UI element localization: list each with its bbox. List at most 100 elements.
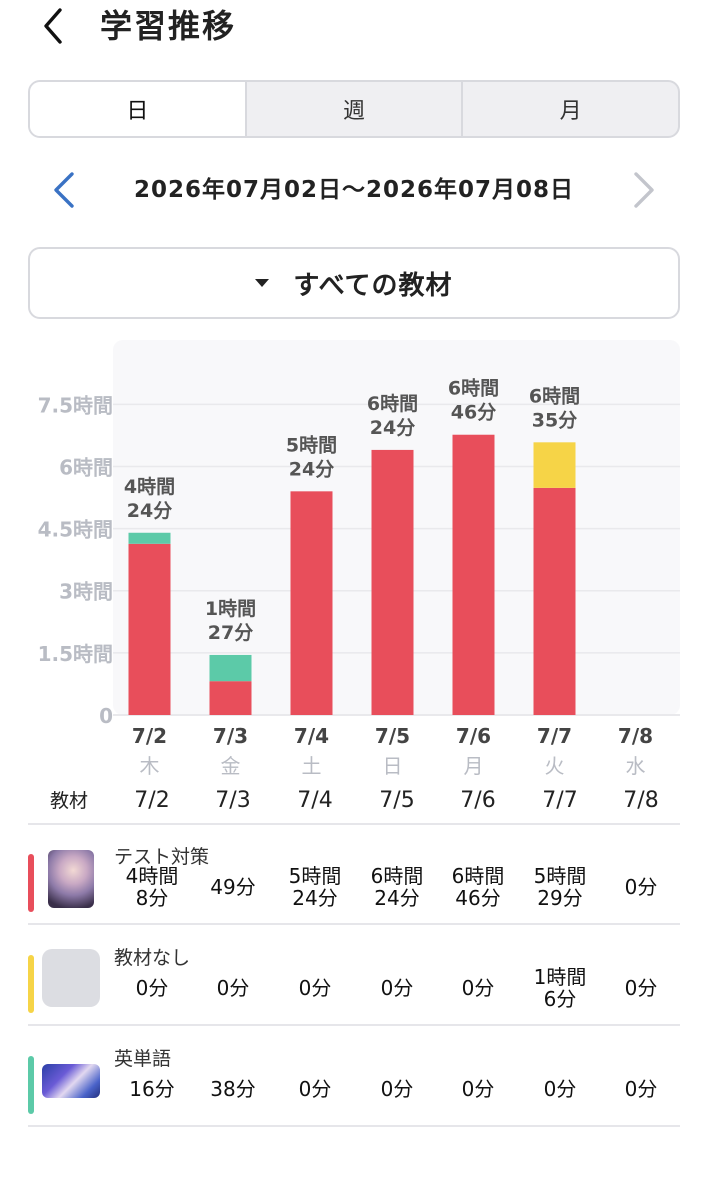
- page-title: 学習推移: [100, 7, 237, 45]
- material-placeholder-thumbnail: [42, 949, 100, 1007]
- material-filter-dropdown[interactable]: すべての教材: [28, 247, 680, 319]
- weekday-label: 月: [464, 754, 484, 778]
- material-filter-label: すべての教材: [293, 270, 453, 301]
- material-time-cell: 0分: [298, 976, 332, 1000]
- bar-segment: [128, 543, 171, 715]
- material-time-cell: 0分: [624, 875, 658, 899]
- date-range: 2026年07月02日〜2026年07月08日: [133, 177, 575, 203]
- table-date-header: 7/2: [134, 788, 170, 813]
- bar-total-label: 27分: [208, 622, 253, 644]
- weekday-label: 金: [221, 754, 241, 778]
- material-time-cell: 6時間 24分: [370, 864, 424, 910]
- material-name: 教材なし: [114, 947, 191, 969]
- study-progress-screen: 学習推移 日 週 月 2026年07月02日〜2026年07月08日 すべての教…: [0, 0, 709, 1200]
- weekday-label: 火: [545, 754, 565, 778]
- x-tick-label: 7/2: [132, 724, 167, 748]
- divider: [28, 1125, 680, 1127]
- material-time-cell: 0分: [624, 1077, 658, 1101]
- material-time-cell: 0分: [380, 976, 414, 1000]
- chevron-right-icon: [634, 172, 654, 208]
- bar-segment: [290, 491, 333, 715]
- y-tick-label: 6時間: [59, 455, 113, 479]
- bar-chart: 01.5時間3時間4.5時間6時間7.5時間4時間24分7/2木1時間27分7/…: [38, 340, 680, 778]
- bar-segment: [533, 442, 576, 488]
- x-tick-label: 7/7: [537, 724, 572, 748]
- bar-segment: [128, 532, 171, 544]
- bar-segment: [533, 487, 576, 715]
- tab-month[interactable]: 月: [463, 82, 678, 136]
- material-time-cell: 0分: [298, 1077, 332, 1101]
- material-row[interactable]: テスト対策 4時間 8分 49分 5時間 24分 6時間 24分 6時間 46分 5時間 29分 0分: [0, 832, 709, 928]
- bar-total-label: 35分: [532, 409, 577, 431]
- material-time-cell: 0分: [624, 976, 658, 1000]
- table-header-label: 教材: [50, 790, 89, 812]
- x-tick-label: 7/4: [294, 724, 329, 748]
- material-time-cell: 0分: [135, 976, 169, 1000]
- table-header: 教材 7/2 7/3 7/4 7/5 7/6 7/7 7/8: [0, 782, 709, 822]
- material-time-cell: 6時間 46分: [451, 864, 505, 910]
- table-date-header: 7/5: [379, 788, 415, 813]
- y-tick-label: 7.5時間: [38, 393, 113, 417]
- material-time-cell: 0分: [461, 1077, 495, 1101]
- tab-week[interactable]: 週: [247, 82, 464, 136]
- period-tabs: 日 週 月: [28, 80, 680, 138]
- material-time-cell: 0分: [216, 976, 250, 1000]
- bar-segment: [452, 434, 495, 715]
- bar-segment: [209, 654, 252, 682]
- bar-segment: [209, 681, 252, 715]
- study-time-chart: 0 1.5時間 3時間 4.5時間 6時間 7.5時間 4時間 24分 7/2 木 1時間 27分 7/…: [0, 335, 709, 785]
- caret-down-icon: [255, 279, 270, 287]
- next-period-button[interactable]: [624, 168, 664, 212]
- x-tick-label: 7/8: [618, 724, 653, 748]
- material-time-cell: 0分: [380, 1077, 414, 1101]
- material-time-cell: 1時間 6分: [533, 965, 587, 1011]
- material-time-cell: 16分: [129, 1077, 175, 1101]
- x-tick-label: 7/3: [213, 724, 248, 748]
- x-tick-label: 7/6: [456, 724, 491, 748]
- y-tick-label: 1.5時間: [38, 642, 113, 666]
- weekday-label: 水: [626, 754, 646, 778]
- chevron-left-icon: [54, 172, 74, 208]
- bar-total-label: 5時間: [286, 434, 337, 456]
- material-name: 英単語: [114, 1048, 172, 1070]
- y-tick-label: 3時間: [59, 580, 113, 604]
- material-color-bar: [28, 854, 34, 912]
- weekday-label: 土: [302, 754, 322, 778]
- material-color-bar: [28, 1056, 34, 1114]
- x-tick-label: 7/5: [375, 724, 410, 748]
- material-row[interactable]: 教材なし 0分 0分 0分 0分 0分 1時間 6分 0分: [0, 933, 709, 1029]
- bar-total-label: 1時間: [205, 598, 256, 620]
- material-time-cell: 5時間 24分: [288, 864, 342, 910]
- bar-total-label: 24分: [127, 500, 172, 522]
- previous-period-button[interactable]: [44, 168, 84, 212]
- bar-total-label: 6時間: [529, 385, 580, 407]
- table-date-header: 7/8: [623, 788, 659, 813]
- header: 学習推移: [0, 0, 709, 60]
- material-time-cell: 49分: [210, 875, 256, 899]
- material-time-cell: 38分: [210, 1077, 256, 1101]
- chevron-left-icon: [44, 8, 62, 44]
- material-time-cell: 0分: [461, 976, 495, 1000]
- weekday-label: 木: [140, 754, 160, 778]
- back-button[interactable]: [32, 4, 76, 48]
- material-row[interactable]: 英単語 16分 38分 0分 0分 0分 0分 0分: [0, 1034, 709, 1130]
- bar-total-label: 46分: [451, 402, 496, 424]
- y-tick-label: 4.5時間: [38, 518, 113, 542]
- material-thumbnail: [42, 1064, 100, 1098]
- bar-total-label: 24分: [370, 417, 415, 439]
- material-time-cell: 0分: [543, 1077, 577, 1101]
- material-color-bar: [28, 955, 34, 1013]
- bar-total-label: 6時間: [448, 378, 499, 400]
- bar-segment: [371, 449, 414, 715]
- table-date-header: 7/6: [460, 788, 496, 813]
- divider: [28, 923, 680, 925]
- material-time-cell: 5時間 29分: [533, 864, 587, 910]
- divider: [28, 823, 680, 825]
- y-tick-label: 0: [99, 704, 113, 728]
- table-date-header: 7/3: [215, 788, 251, 813]
- bar-total-label: 24分: [289, 458, 334, 480]
- material-time-cell: 4時間 8分: [125, 864, 179, 910]
- bar-total-label: 6時間: [367, 393, 418, 415]
- material-thumbnail: [48, 850, 94, 908]
- tab-day[interactable]: 日: [30, 82, 247, 136]
